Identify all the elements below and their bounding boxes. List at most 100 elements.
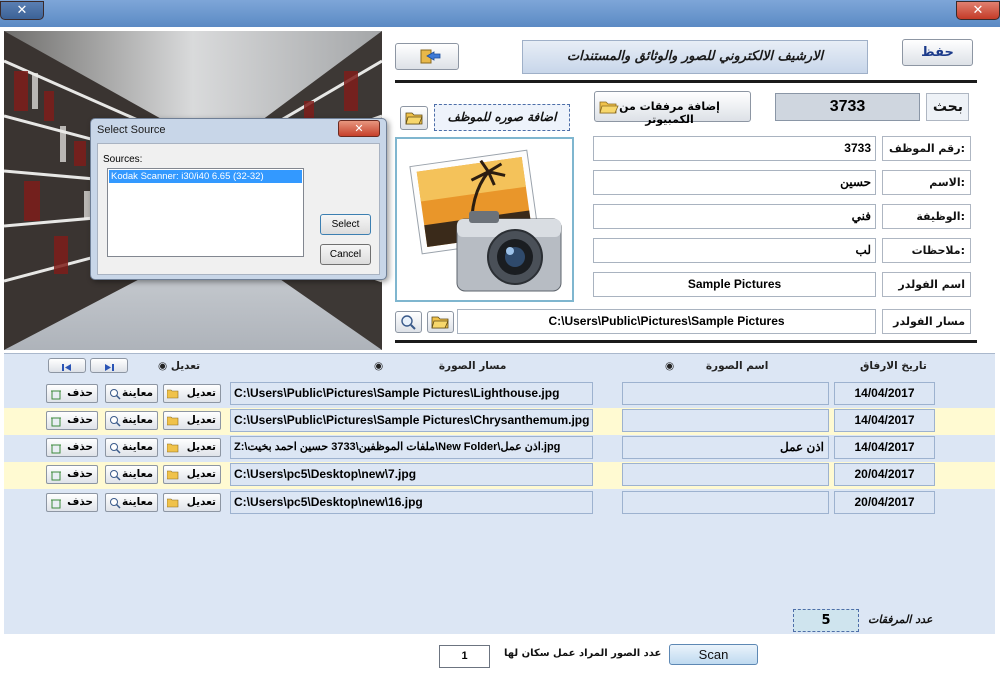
magnifier-icon xyxy=(110,498,121,509)
image-name-cell[interactable] xyxy=(622,491,829,514)
col-header-image-name[interactable]: ◉ اسم الصورة xyxy=(665,360,768,372)
exit-button[interactable] xyxy=(395,43,459,70)
folder-open-icon xyxy=(405,112,423,125)
edit-button[interactable]: تعديل xyxy=(163,411,221,430)
edit-button[interactable]: تعديل xyxy=(163,438,221,457)
col-header-date: تاريخ الارفاق xyxy=(860,360,927,372)
table-row: حذف معاينة تعديل C:\Users\pc5\Desktop\ne… xyxy=(4,490,995,517)
sources-list[interactable]: Kodak Scanner: i30/i40 6.65 (32-32) xyxy=(107,168,304,257)
close-window-button[interactable]: ✕ xyxy=(956,1,1000,20)
col-header-edit[interactable]: ◉ تعديل xyxy=(158,360,200,372)
edit-button[interactable]: تعديل xyxy=(163,465,221,484)
magnifier-icon xyxy=(110,470,121,481)
banner-title: الارشيف الالكتروني للصور والوثائق والمست… xyxy=(522,40,868,74)
col-header-image-path[interactable]: ◉ مسار الصورة xyxy=(374,360,506,372)
magnifier-icon xyxy=(110,443,121,454)
magnifier-icon xyxy=(110,389,121,400)
last-record-button[interactable] xyxy=(90,358,128,373)
open-photo-button[interactable] xyxy=(400,106,428,130)
folder-open-icon xyxy=(431,316,449,329)
delete-button[interactable]: حذف xyxy=(46,438,98,457)
save-button[interactable]: حفظ xyxy=(902,39,973,66)
main-window: ✕ ✕ Select Source ✕ Sources: Kodak Scann… xyxy=(0,0,1000,674)
image-name-cell[interactable] xyxy=(622,382,829,405)
folder-open-icon xyxy=(167,498,179,508)
preview-button[interactable]: معاينة xyxy=(105,411,158,430)
date-cell[interactable]: 14/04/2017 xyxy=(834,409,935,432)
preview-button[interactable]: معاينة xyxy=(105,384,158,403)
magnifier-icon xyxy=(110,416,121,427)
edit-button[interactable]: تعديل xyxy=(163,384,221,403)
exit-arrow-icon xyxy=(420,49,441,64)
job-label: الوظيفة: xyxy=(882,204,971,229)
delete-icon xyxy=(51,471,61,481)
image-path-cell[interactable]: C:\Users\pc5\Desktop\new\16.jpg xyxy=(230,491,593,514)
preview-folder-button[interactable] xyxy=(395,311,422,333)
notes-field[interactable]: لب xyxy=(593,238,876,263)
edit-button[interactable]: تعديل xyxy=(163,493,221,512)
employee-photo-frame[interactable] xyxy=(395,137,574,302)
add-photo-label[interactable]: اضافة صوره للموظف xyxy=(434,104,570,131)
folder-path-label: مسار الفولدر xyxy=(882,309,971,334)
radio-path-icon: ◉ xyxy=(374,360,384,372)
image-path-cell[interactable]: C:\Users\Public\Pictures\Sample Pictures… xyxy=(230,409,593,432)
attachments-count-label: عدد المرفقات xyxy=(868,613,933,626)
search-input[interactable]: 3733 xyxy=(775,93,920,121)
delete-button[interactable]: حذف xyxy=(46,384,98,403)
first-record-button[interactable] xyxy=(48,358,86,373)
image-name-cell[interactable] xyxy=(622,463,829,486)
title-bar: ✕ ✕ xyxy=(0,0,1000,27)
scan-pages-input[interactable]: 1 xyxy=(439,645,490,668)
table-row: حذف معاينة تعديل C:\Users\Public\Picture… xyxy=(4,408,995,435)
scan-pages-label: عدد الصور المراد عمل سكان لها xyxy=(504,648,662,659)
image-name-cell[interactable]: اذن عمل xyxy=(622,436,829,459)
dialog-close-button[interactable]: ✕ xyxy=(338,120,380,137)
name-field[interactable]: حسين xyxy=(593,170,876,195)
preview-button[interactable]: معاينة xyxy=(105,438,158,457)
delete-button[interactable]: حذف xyxy=(46,411,98,430)
add-attachments-label: إضافة مرفقات من الكمبيوتر xyxy=(619,100,720,126)
date-cell[interactable]: 14/04/2017 xyxy=(834,382,935,405)
table-row: حذف معاينة تعديل C:\Users\Public\Picture… xyxy=(4,381,995,408)
select-button[interactable]: Select xyxy=(320,214,371,235)
preview-button[interactable]: معاينة xyxy=(105,493,158,512)
image-name-cell[interactable] xyxy=(622,409,829,432)
window-title-blurred xyxy=(290,5,710,19)
delete-button[interactable]: حذف xyxy=(46,493,98,512)
source-item-kodak[interactable]: Kodak Scanner: i30/i40 6.65 (32-32) xyxy=(109,170,302,183)
folder-open-icon xyxy=(167,470,179,480)
search-label: بحث xyxy=(926,93,969,121)
employee-no-label: رقم الموظف: xyxy=(882,136,971,161)
image-path-cell[interactable]: C:\Users\Public\Pictures\Sample Pictures… xyxy=(230,382,593,405)
browse-folder-button[interactable] xyxy=(427,311,454,333)
form-divider xyxy=(395,340,977,343)
name-label: الاسم: xyxy=(882,170,971,195)
job-field[interactable]: فني xyxy=(593,204,876,229)
image-path-cell[interactable]: C:\Users\pc5\Desktop\new\7.jpg xyxy=(230,463,593,486)
radio-name-icon: ◉ xyxy=(665,360,675,372)
employee-no-field[interactable]: 3733 xyxy=(593,136,876,161)
first-page-icon xyxy=(62,364,71,371)
col-header-image-path-label: مسار الصورة xyxy=(438,360,507,372)
scan-button[interactable]: Scan xyxy=(669,644,758,665)
preview-button[interactable]: معاينة xyxy=(105,465,158,484)
header-divider xyxy=(395,80,977,83)
delete-icon xyxy=(51,390,61,400)
delete-button[interactable]: حذف xyxy=(46,465,98,484)
camera-photo-icon xyxy=(409,149,562,292)
delete-icon xyxy=(51,417,61,427)
magnifier-icon xyxy=(401,315,416,330)
system-close-icon[interactable]: ✕ xyxy=(0,1,44,20)
sources-label: Sources: xyxy=(103,154,143,165)
add-attachments-button[interactable]: إضافة مرفقات من الكمبيوتر xyxy=(594,91,751,126)
folder-path-field[interactable]: C:\Users\Public\Pictures\Sample Pictures xyxy=(457,309,876,334)
folder-name-field[interactable]: Sample Pictures xyxy=(593,272,876,297)
date-cell[interactable]: 20/04/2017 xyxy=(834,491,935,514)
date-cell[interactable]: 20/04/2017 xyxy=(834,463,935,486)
date-cell[interactable]: 14/04/2017 xyxy=(834,436,935,459)
col-header-edit-label: تعديل xyxy=(170,360,201,372)
cancel-button[interactable]: Cancel xyxy=(320,244,371,265)
notes-label: ملاحظات: xyxy=(882,238,971,263)
footer-bar xyxy=(0,634,1000,674)
image-path-cell[interactable]: Z:\ملفات الموظفين\3733 حسين احمد بخيت\Ne… xyxy=(230,436,593,459)
